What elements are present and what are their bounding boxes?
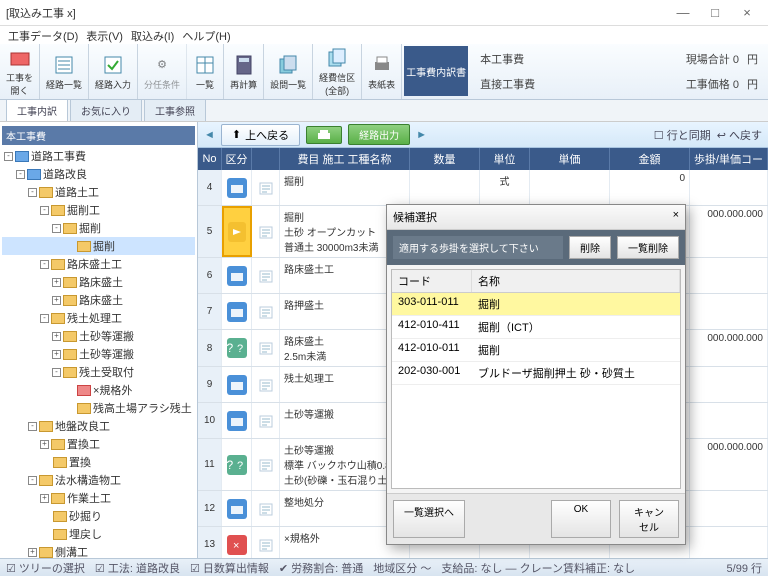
tree-header: 本工事費 xyxy=(2,126,195,145)
ribbon-summary: 本工事費現場合計 0円 直接工事費工事価格 0円 xyxy=(470,44,768,99)
tree-node[interactable]: -地盤改良工 xyxy=(2,417,195,435)
content-toolbar: ◄ ⬆上へ戻る 経路出力 ► ☐ 行と同期 ↩ へ戻す xyxy=(198,122,768,148)
tree-node[interactable]: -道路改良 xyxy=(2,165,195,183)
tree-node[interactable]: -掘削 xyxy=(2,219,195,237)
ribbon: 工事を 開く 経路一覧 経路入力 ⚙分任条件 一覧 再計算 設問一覧 経費信区 … xyxy=(0,44,768,100)
tree-node[interactable]: -路床盛土工 xyxy=(2,255,195,273)
tree-node[interactable]: -掘削工 xyxy=(2,201,195,219)
list-icon xyxy=(52,53,76,77)
sum-l2: 直接工事費 xyxy=(480,76,678,92)
tree-node[interactable]: +土砂等運搬 xyxy=(2,327,195,345)
dialog-title: 候補選択 xyxy=(393,209,437,225)
tree-node[interactable]: ×規格外 xyxy=(2,381,195,399)
delete-button[interactable]: 削除 xyxy=(569,236,611,259)
link-return[interactable]: ↩ へ戻す xyxy=(717,127,762,143)
print-button[interactable] xyxy=(306,126,342,144)
table-row[interactable]: 4掘削式0 xyxy=(198,170,768,206)
ribbon-cond[interactable]: ⚙分任条件 xyxy=(138,44,187,99)
ribbon-cost[interactable]: 経費信区 (全部) xyxy=(313,44,362,99)
tree-node[interactable]: 置換 xyxy=(2,453,195,471)
menu-help[interactable]: ヘルプ(H) xyxy=(182,28,230,42)
tree-node[interactable]: 砂掘り xyxy=(2,507,195,525)
svg-text:×: × xyxy=(233,540,239,551)
tree-node[interactable]: +土砂等運搬 xyxy=(2,345,195,363)
left-tabstrip: 工事内訳 お気に入り 工事参照 xyxy=(0,100,768,122)
grid-header: No 区分 費目 施工 工種名称 数量 単位 単価 金額 歩掛/単価コー xyxy=(198,148,768,170)
dialog-close-icon[interactable]: × xyxy=(673,209,679,225)
calc-icon xyxy=(232,53,256,77)
candidate-row[interactable]: 202-030-001ブルドーザ掘削押土 砂・砂質土 xyxy=(392,362,680,385)
tab-favorite[interactable]: お気に入り xyxy=(70,99,142,121)
tree-node[interactable]: +作業土工 xyxy=(2,489,195,507)
input-icon xyxy=(101,53,125,77)
dialog-message: 適用する歩掛を選択して下さい xyxy=(393,236,563,259)
copy-icon xyxy=(276,53,300,77)
ribbon-list1[interactable]: 経路一覧 xyxy=(40,44,89,99)
close-button[interactable]: × xyxy=(732,3,762,23)
candidate-list[interactable]: コード名称 303-011-011掘削412-010-411掘削（ICT）412… xyxy=(391,269,681,489)
window-title: [取込み工事 x] xyxy=(6,5,76,21)
cancel-button[interactable]: キャンセル xyxy=(619,500,679,538)
menu-view[interactable]: 表示(V) xyxy=(86,28,123,42)
delete-all-button[interactable]: 一覧削除 xyxy=(617,236,679,259)
statusbar: ☑ ツリーの選択 ☑ 工法: 道路改良 ☑ 日数算出情報 ✔ 労務割合: 普通 … xyxy=(0,558,768,576)
tree-node[interactable]: -道路工事費 xyxy=(2,147,195,165)
tree-node[interactable]: +側溝工 xyxy=(2,543,195,558)
tree-node[interactable]: -法水構造物工 xyxy=(2,471,195,489)
nav-left-icon[interactable]: ◄ xyxy=(204,129,215,141)
open-icon xyxy=(8,46,32,70)
link-sync[interactable]: ☐ 行と同期 xyxy=(654,127,711,143)
back-button[interactable]: ⬆上へ戻る xyxy=(221,124,300,146)
ribbon-input[interactable]: 経路入力 xyxy=(89,44,138,99)
svg-text:?: ? xyxy=(237,460,243,471)
menubar: 工事データ(D) 表示(V) 取込み(I) ヘルプ(H) xyxy=(0,26,768,44)
tree-node[interactable]: -残土処理工 xyxy=(2,309,195,327)
tree-node[interactable]: +置換工 xyxy=(2,435,195,453)
svg-text:?: ? xyxy=(237,343,243,354)
output-button[interactable]: 経路出力 xyxy=(348,124,410,145)
sheets-icon xyxy=(325,46,349,70)
menu-data[interactable]: 工事データ(D) xyxy=(8,28,78,42)
candidate-row[interactable]: 412-010-411掘削（ICT） xyxy=(392,316,680,339)
nav-right-icon[interactable]: ► xyxy=(416,129,427,141)
ribbon-list2[interactable]: 一覧 xyxy=(187,44,224,99)
tree-node[interactable]: -道路土工 xyxy=(2,183,195,201)
titlebar: [取込み工事 x] — □ × xyxy=(0,0,768,26)
minimize-button[interactable]: — xyxy=(668,3,698,23)
ribbon-open[interactable]: 工事を 開く xyxy=(0,44,40,99)
tree-node[interactable]: 埋戻し xyxy=(2,525,195,543)
window-controls: — □ × xyxy=(668,3,762,23)
tab-ref[interactable]: 工事参照 xyxy=(144,99,206,121)
ok-button[interactable]: OK xyxy=(551,500,611,538)
tab-breakdown[interactable]: 工事内訳 xyxy=(6,99,68,121)
sum-l1: 本工事費 xyxy=(480,51,678,67)
tree-node[interactable]: -残土受取付 xyxy=(2,363,195,381)
gear-icon: ⚙ xyxy=(150,53,174,77)
print-icon xyxy=(370,53,394,77)
to-list-button[interactable]: 一覧選択へ xyxy=(393,500,465,538)
candidate-row[interactable]: 412-010-011掘削 xyxy=(392,339,680,362)
tree-panel[interactable]: 本工事費 -道路工事費-道路改良-道路土工-掘削工-掘削掘削-路床盛土工+路床盛… xyxy=(0,122,198,558)
candidate-row[interactable]: 303-011-011掘削 xyxy=(392,293,680,316)
table-icon xyxy=(193,53,217,77)
ribbon-recalc[interactable]: 再計算 xyxy=(224,44,264,99)
tree-node[interactable]: 掘削 xyxy=(2,237,195,255)
ribbon-title-box: 工事費内訳書 xyxy=(404,46,468,96)
ribbon-cover[interactable]: 表紙表 xyxy=(362,44,402,99)
tree-node[interactable]: 残高土場アラシ残土 xyxy=(2,399,195,417)
ribbon-qa[interactable]: 設問一覧 xyxy=(264,44,313,99)
menu-import[interactable]: 取込み(I) xyxy=(131,28,174,42)
tree-node[interactable]: +路床盛土 xyxy=(2,291,195,309)
candidate-dialog: 候補選択 × 適用する歩掛を選択して下さい 削除 一覧削除 コード名称 303-0… xyxy=(386,204,686,545)
tree-node[interactable]: +路床盛土 xyxy=(2,273,195,291)
maximize-button[interactable]: □ xyxy=(700,3,730,23)
